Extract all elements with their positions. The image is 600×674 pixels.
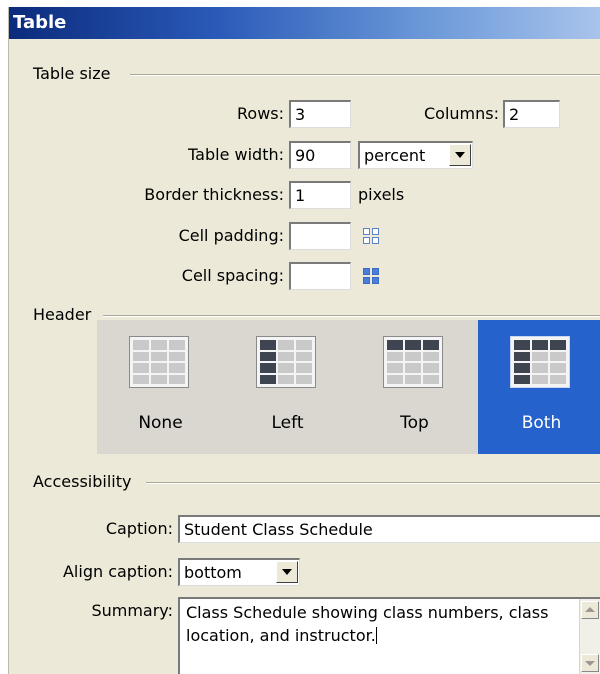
summary-text: Class Schedule showing class numbers, cl… — [186, 603, 549, 645]
columns-label: Columns: — [424, 104, 499, 123]
table-size-section-label: Table size — [33, 64, 111, 83]
rows-label: Rows: — [237, 104, 284, 123]
scroll-down-arrow-icon[interactable] — [581, 654, 599, 672]
table-top-header-icon — [383, 336, 443, 388]
grid-solid-icon — [361, 266, 381, 286]
width-unit-select[interactable]: percent — [358, 141, 473, 169]
border-thickness-label: Border thickness: — [144, 185, 284, 204]
summary-label: Summary: — [91, 601, 173, 620]
header-option-label: Top — [400, 413, 429, 433]
summary-scrollbar[interactable] — [579, 599, 600, 674]
scroll-up-arrow-icon[interactable] — [581, 601, 599, 619]
width-unit-value: percent — [364, 146, 426, 165]
chevron-down-icon[interactable] — [276, 561, 298, 583]
text-caret — [375, 627, 377, 644]
accessibility-section-label: Accessibility — [33, 472, 132, 491]
table-width-field[interactable]: 90 — [289, 141, 351, 169]
table-left-header-icon — [256, 336, 316, 388]
summary-textarea[interactable]: Class Schedule showing class numbers, cl… — [178, 597, 600, 674]
header-option-label: Both — [521, 413, 562, 433]
header-option-label: Left — [271, 413, 304, 433]
header-section-label: Header — [33, 305, 92, 324]
rows-field[interactable]: 3 — [289, 100, 351, 128]
grid-outline-icon — [361, 226, 381, 246]
chevron-down-icon[interactable] — [449, 144, 471, 166]
table-no-header-icon — [129, 336, 189, 388]
header-divider — [103, 315, 600, 317]
accessibility-divider — [146, 482, 600, 484]
cell-spacing-label: Cell spacing: — [181, 266, 284, 285]
align-caption-value: bottom — [184, 563, 242, 582]
table-both-header-icon — [510, 336, 570, 388]
header-option-both[interactable]: Both — [478, 320, 600, 454]
title-bar: Table — [9, 7, 600, 39]
table-dialog: Table Table size Rows: 3 Columns: 2 Tabl… — [8, 7, 600, 674]
header-option-label: None — [138, 413, 183, 433]
table-width-label: Table width: — [188, 145, 284, 164]
cell-padding-field[interactable] — [289, 222, 351, 250]
align-caption-label: Align caption: — [62, 562, 173, 581]
cell-spacing-field[interactable] — [289, 262, 351, 290]
header-option-left[interactable]: Left — [224, 320, 351, 454]
border-unit-label: pixels — [358, 185, 405, 204]
align-caption-select[interactable]: bottom — [178, 558, 300, 586]
table-size-divider — [130, 74, 600, 76]
border-thickness-field[interactable]: 1 — [289, 181, 351, 209]
cell-padding-label: Cell padding: — [178, 226, 284, 245]
caption-label: Caption: — [105, 519, 173, 538]
header-option-none[interactable]: None — [97, 320, 224, 454]
columns-field[interactable]: 2 — [503, 100, 560, 128]
caption-field[interactable]: Student Class Schedule — [178, 515, 600, 543]
dialog-title: Table — [13, 12, 67, 33]
header-option-top[interactable]: Top — [351, 320, 478, 454]
